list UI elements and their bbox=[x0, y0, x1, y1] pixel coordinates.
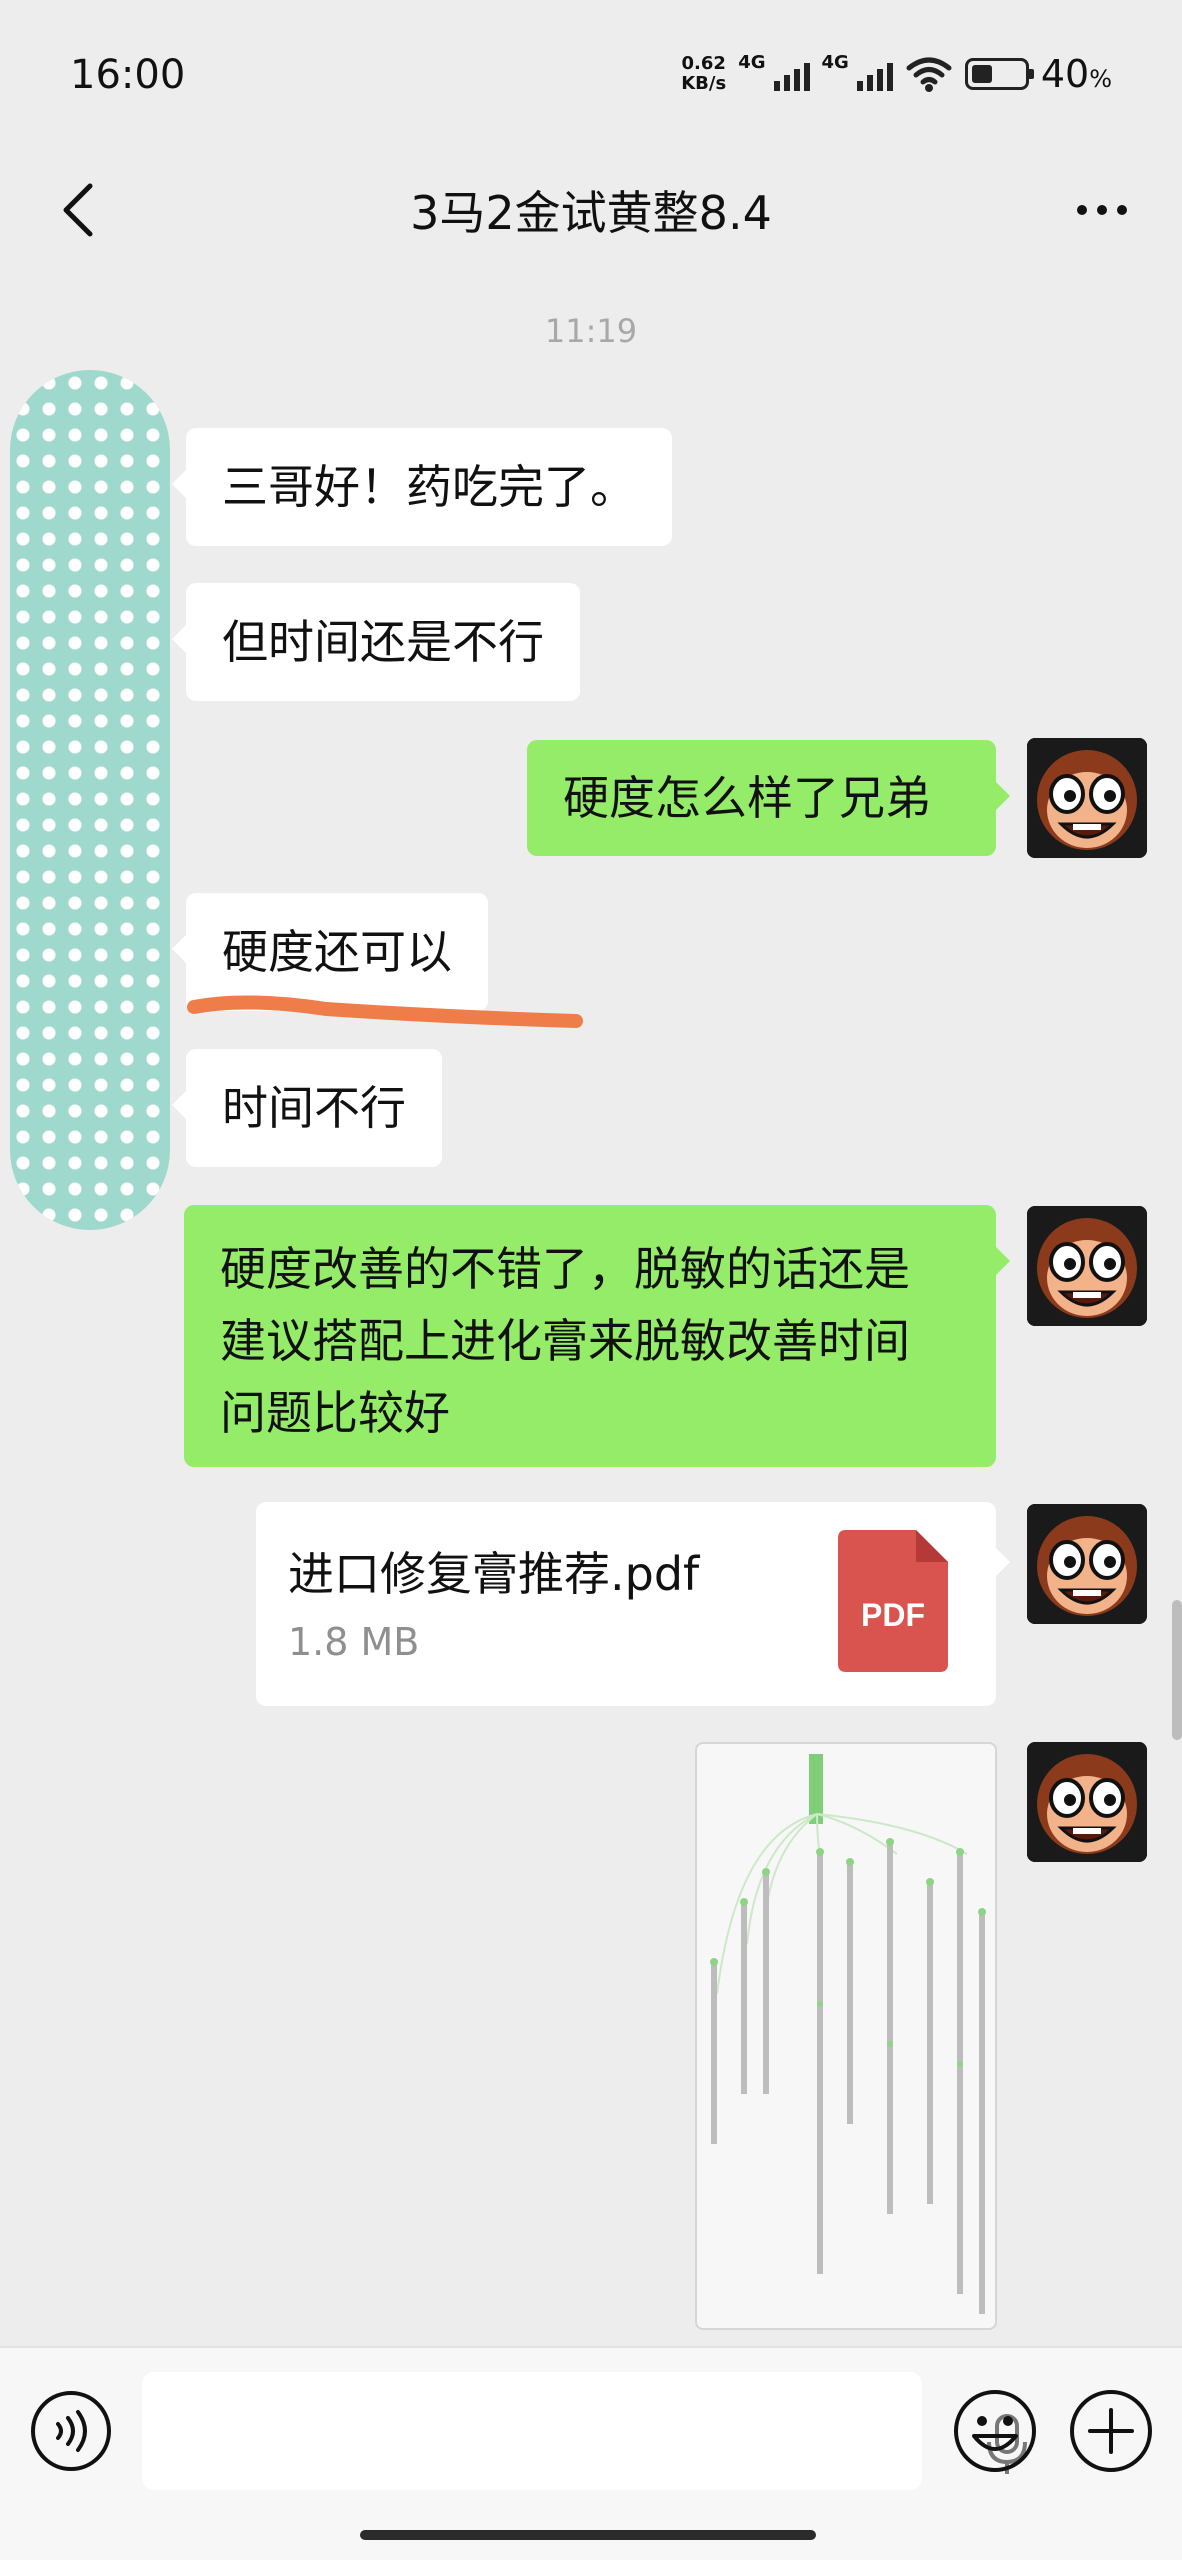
chat-input-bar bbox=[0, 2346, 1182, 2560]
chat-title: 3马2金试黄整8.4 bbox=[410, 186, 772, 240]
message-bubble-incoming[interactable]: 但时间还是不行 bbox=[172, 583, 580, 701]
battery-percent: 40% bbox=[1041, 52, 1112, 96]
message-line: 硬度改善的不错了，脱敏的话还是 bbox=[220, 1242, 910, 1296]
message-text: 硬度还可以 bbox=[222, 925, 452, 979]
battery-percent-sign: % bbox=[1089, 65, 1112, 93]
file-size: 1.8 MB bbox=[288, 1620, 420, 1664]
signal-2-label: 4G bbox=[821, 52, 849, 73]
message-input[interactable] bbox=[142, 2372, 1027, 2490]
battery-icon bbox=[964, 58, 1034, 90]
message-timestamp: 11:19 bbox=[544, 312, 638, 350]
status-time: 16:00 bbox=[70, 52, 186, 98]
redaction-blob bbox=[10, 370, 170, 1230]
signal-icon bbox=[856, 57, 893, 91]
message-bubble-outgoing[interactable]: 硬度改善的不错了，脱敏的话还是 建议搭配上进化膏来脱敏改善时间 问题比较好 bbox=[184, 1205, 1010, 1467]
battery-level-fill bbox=[971, 65, 992, 83]
file-message-card[interactable]: 进口修复膏推荐.pdf 1.8 MB PDF bbox=[256, 1502, 1010, 1706]
wifi-icon bbox=[906, 57, 952, 92]
avatar[interactable] bbox=[1027, 1504, 1147, 1624]
avatar[interactable] bbox=[1027, 738, 1147, 858]
signal-icon bbox=[773, 57, 810, 91]
message-bubble-incoming[interactable]: 时间不行 bbox=[172, 1049, 442, 1167]
network-speed: 0.62 KB/s bbox=[681, 54, 726, 94]
message-text: 时间不行 bbox=[222, 1081, 406, 1135]
cartoon-face-icon bbox=[1027, 738, 1147, 858]
more-options-icon[interactable] bbox=[1062, 170, 1142, 250]
home-indicator[interactable] bbox=[360, 2530, 816, 2540]
pdf-file-icon: PDF bbox=[838, 1530, 948, 1672]
voice-toggle-icon[interactable] bbox=[28, 2388, 114, 2474]
message-line: 问题比较好 bbox=[220, 1386, 450, 1440]
pdf-icon-label: PDF bbox=[861, 1597, 925, 1633]
image-message-thumbnail[interactable] bbox=[695, 1742, 997, 2330]
status-icons: 0.62 KB/s 4G 4G 40% bbox=[681, 52, 1112, 96]
highlight-underline bbox=[187, 995, 583, 1028]
avatar[interactable] bbox=[1027, 1206, 1147, 1326]
battery-percent-value: 40 bbox=[1040, 52, 1090, 96]
emoji-icon[interactable] bbox=[950, 2386, 1040, 2476]
network-speed-unit: KB/s bbox=[681, 73, 727, 94]
message-line: 建议搭配上进化膏来脱敏改善时间 bbox=[220, 1314, 910, 1368]
chat-header: 3马2金试黄整8.4 bbox=[0, 150, 1182, 270]
message-bubble-incoming[interactable]: 三哥好！药吃完了。 bbox=[172, 428, 672, 546]
message-text: 硬度怎么样了兄弟 bbox=[563, 771, 931, 825]
back-arrow-icon[interactable] bbox=[40, 170, 120, 250]
message-text: 三哥好！药吃完了。 bbox=[222, 460, 636, 514]
cartoon-face-icon bbox=[1027, 1504, 1147, 1624]
message-text: 但时间还是不行 bbox=[222, 615, 544, 669]
message-bubble-outgoing[interactable]: 硬度怎么样了兄弟 bbox=[527, 740, 1010, 856]
network-speed-value: 0.62 bbox=[681, 53, 726, 74]
cartoon-face-icon bbox=[1027, 1206, 1147, 1326]
scrollbar[interactable] bbox=[1172, 1600, 1182, 1740]
status-bar: 16:00 0.62 KB/s 4G 4G 40% bbox=[0, 0, 1182, 150]
mindmap-thumbnail-icon bbox=[710, 1754, 986, 2314]
avatar[interactable] bbox=[1027, 1742, 1147, 1862]
signal-1-label: 4G bbox=[738, 52, 766, 73]
cartoon-face-icon bbox=[1027, 1742, 1147, 1862]
file-name: 进口修复膏推荐.pdf bbox=[288, 1547, 700, 1601]
plus-icon[interactable] bbox=[1066, 2386, 1156, 2476]
